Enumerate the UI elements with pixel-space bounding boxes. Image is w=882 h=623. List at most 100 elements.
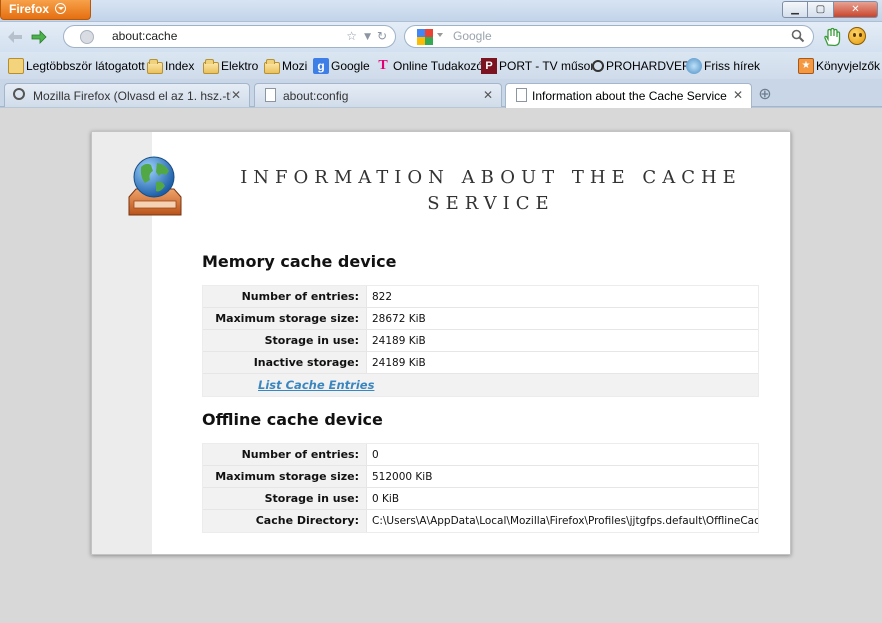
row-key: Storage in use: [203, 488, 367, 509]
google-icon: g [313, 58, 329, 74]
search-engine-dropdown-icon[interactable] [437, 33, 443, 37]
memory-cache-table: Number of entries: 822 Maximum storage s… [202, 285, 759, 397]
bookmark-label: Online Tudakozó [393, 59, 484, 73]
folder-icon [203, 58, 219, 74]
new-tab-button[interactable]: ⊕ [757, 86, 773, 102]
bookmark-label: PORT - TV műsor [499, 59, 595, 73]
bookmark-folder-elektro[interactable]: Elektro [203, 57, 258, 75]
bookmark-most-visited[interactable]: Legtöbbször látogatott [8, 57, 145, 75]
bookmark-label: Google [331, 59, 370, 73]
tab-about-config[interactable]: about:config ✕ [254, 83, 502, 107]
folder-icon [264, 58, 280, 74]
bookmark-label: Mozi [282, 59, 308, 73]
url-history-dropdown-icon[interactable]: ▼ [364, 32, 371, 42]
url-text: about:cache [112, 29, 178, 43]
bookmark-label: Könyvjelzők [816, 59, 881, 73]
port-icon: P [481, 58, 497, 74]
minimize-icon: ▁ [791, 4, 799, 15]
back-arrow-icon [8, 31, 22, 43]
bookmarks-toolbar: Legtöbbször látogatott Index Elektro Moz… [0, 52, 882, 79]
search-bar[interactable]: Google [404, 25, 814, 48]
close-tab-icon[interactable]: ✕ [733, 88, 743, 102]
table-row: Cache Directory: C:\Users\A\AppData\Loca… [203, 510, 758, 532]
bookmark-friss-hirek[interactable]: Friss hírek [686, 57, 760, 75]
row-key: Number of entries: [203, 444, 367, 465]
bookmark-port-tv[interactable]: P PORT - TV műsor [481, 57, 594, 75]
tab-label: Mozilla Firefox (Olvasd el az 1. hsz.-t!… [33, 89, 231, 103]
site-identity-icon[interactable] [80, 30, 94, 44]
page-icon [516, 88, 527, 102]
tab-cache-service[interactable]: Information about the Cache Service ✕ [505, 83, 752, 108]
bookmark-label: Legtöbbször látogatott [26, 59, 145, 73]
cache-info-card: INFORMATION ABOUT THE CACHE SERVICE Memo… [91, 131, 791, 555]
page-icon [265, 88, 276, 102]
loading-icon [13, 88, 25, 100]
close-tab-icon[interactable]: ✕ [483, 88, 493, 102]
offline-section-heading: Offline cache device [202, 410, 383, 429]
telekom-icon: T [378, 58, 388, 73]
plus-icon: ⊕ [758, 84, 772, 103]
close-window-button[interactable]: ✕ [834, 1, 878, 18]
bookmarks-menu-button[interactable]: ★ Könyvjelzők [798, 57, 880, 75]
row-key: Cache Directory: [203, 510, 367, 532]
title-bar: Firefox ▁ ▢ ✕ [0, 0, 882, 22]
table-row: Storage in use: 24189 KiB [203, 330, 758, 352]
page-viewport: INFORMATION ABOUT THE CACHE SERVICE Memo… [0, 107, 882, 623]
page-title: INFORMATION ABOUT THE CACHE SERVICE [240, 167, 742, 214]
bookmark-label: Index [165, 59, 195, 73]
table-row: Number of entries: 0 [203, 444, 758, 466]
search-placeholder: Google [453, 29, 492, 43]
table-row: Inactive storage: 24189 KiB [203, 352, 758, 374]
link-row: List Cache Entries [203, 374, 758, 396]
tab-label: about:config [283, 89, 349, 103]
row-value: 822 [367, 286, 758, 307]
forward-button[interactable] [30, 28, 48, 46]
folder-icon [147, 58, 163, 74]
bookmark-prohardver[interactable]: PROHARDVER [590, 57, 691, 75]
list-cache-entries-link[interactable]: List Cache Entries [203, 374, 758, 396]
navigation-toolbar: about:cache ☆ ▼ ↻ Google [0, 22, 882, 52]
firefox-menu-label: Firefox [9, 2, 50, 16]
minimize-button[interactable]: ▁ [782, 1, 808, 18]
table-row: Maximum storage size: 28672 KiB [203, 308, 758, 330]
tab-mozilla-firefox[interactable]: Mozilla Firefox (Olvasd el az 1. hsz.-t!… [4, 83, 250, 107]
row-value: 24189 KiB [367, 352, 758, 373]
close-tab-icon[interactable]: ✕ [231, 88, 241, 102]
bookmark-online-tudakozo[interactable]: T Online Tudakozó [375, 57, 483, 75]
row-value: 512000 KiB [367, 466, 758, 487]
row-value: 0 [367, 444, 758, 465]
window-controls: ▁ ▢ ✕ [782, 1, 878, 18]
prohardver-icon [592, 60, 604, 72]
bookmark-star-icon[interactable]: ☆ [346, 29, 357, 43]
row-key: Maximum storage size: [203, 466, 367, 487]
most-visited-icon [8, 58, 24, 74]
maximize-icon: ▢ [815, 4, 826, 15]
bookmarks-menu-icon: ★ [798, 58, 814, 74]
hand-addon-icon[interactable] [822, 27, 842, 47]
bookmark-label: PROHARDVER [606, 59, 691, 73]
offline-cache-table: Number of entries: 0 Maximum storage siz… [202, 443, 759, 533]
search-engine-google-icon[interactable] [417, 29, 433, 45]
search-icon[interactable] [791, 29, 805, 43]
row-value: 28672 KiB [367, 308, 758, 329]
maximize-button[interactable]: ▢ [808, 1, 834, 18]
bookmark-google[interactable]: g Google [313, 57, 370, 75]
bookmark-folder-mozi[interactable]: Mozi [264, 57, 307, 75]
reload-icon[interactable]: ↻ [377, 29, 387, 43]
row-key: Storage in use: [203, 330, 367, 351]
back-button[interactable] [6, 28, 24, 46]
close-icon: ✕ [851, 4, 860, 15]
globe-tray-logo-icon [128, 156, 182, 216]
emoticon-addon-icon[interactable] [848, 27, 866, 45]
url-bar[interactable]: about:cache ☆ ▼ ↻ [63, 25, 396, 48]
bookmark-label: Elektro [221, 59, 259, 73]
bookmark-folder-index[interactable]: Index [147, 57, 194, 75]
table-row: Storage in use: 0 KiB [203, 488, 758, 510]
menu-dropdown-icon [55, 3, 67, 14]
row-key: Number of entries: [203, 286, 367, 307]
memory-section-heading: Memory cache device [202, 252, 397, 271]
firefox-menu-button[interactable]: Firefox [0, 0, 91, 20]
row-value: 0 KiB [367, 488, 758, 509]
row-key: Maximum storage size: [203, 308, 367, 329]
row-key: Inactive storage: [203, 352, 367, 373]
